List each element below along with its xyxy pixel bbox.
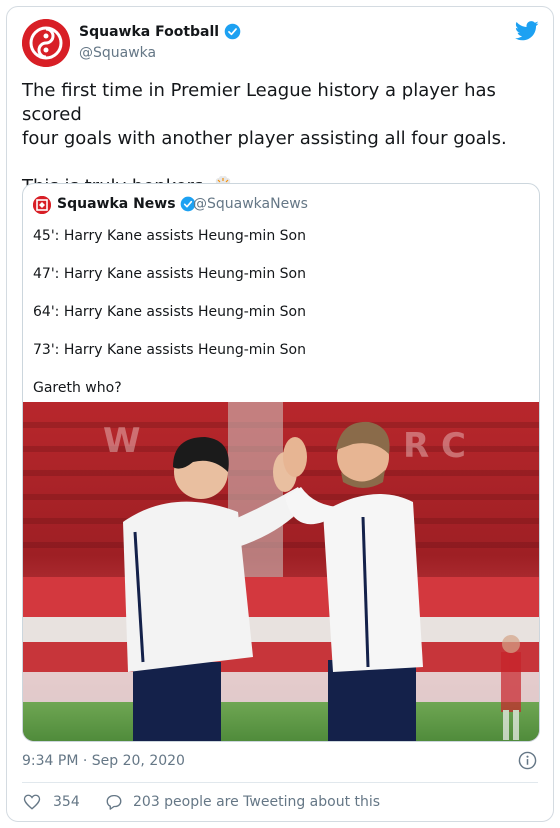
comment-icon[interactable] bbox=[105, 793, 123, 811]
quoted-author-name-text[interactable]: Squawka News bbox=[57, 196, 176, 212]
quoted-author-name[interactable]: Squawka News bbox=[57, 196, 196, 212]
quoted-line: Gareth who? bbox=[33, 380, 122, 396]
players-celebrating-photo[interactable]: W R C bbox=[23, 402, 540, 742]
tweet-timestamp[interactable]: 9:34 PM · Sep 20, 2020 bbox=[22, 753, 185, 769]
svg-text:R C: R C bbox=[403, 426, 466, 466]
divider bbox=[22, 782, 538, 783]
svg-text:W: W bbox=[103, 421, 141, 461]
like-button[interactable]: 354 bbox=[23, 793, 80, 811]
author-name-text[interactable]: Squawka Football bbox=[79, 24, 219, 40]
author-handle[interactable]: @Squawka bbox=[79, 45, 156, 61]
twitter-bird-icon[interactable] bbox=[515, 21, 539, 41]
tweet-line-2: four goals with another player assisting… bbox=[22, 128, 507, 149]
author-name[interactable]: Squawka Football bbox=[79, 23, 241, 40]
tweet-line-1: The first time in Premier League history… bbox=[22, 80, 496, 125]
like-count: 354 bbox=[53, 794, 80, 810]
tweet-text: The first time in Premier League history… bbox=[22, 79, 542, 199]
quoted-author-handle[interactable]: @SquawkaNews bbox=[193, 196, 308, 212]
info-icon[interactable] bbox=[518, 751, 537, 770]
quoted-line: 64': Harry Kane assists Heung-min Son bbox=[33, 304, 306, 320]
quoted-line: 47': Harry Kane assists Heung-min Son bbox=[33, 266, 306, 282]
tweet-card: Squawka Football @Squawka The first time… bbox=[6, 6, 554, 822]
quoted-tweet[interactable]: Squawka News @SquawkaNews 45': Harry Kan… bbox=[22, 183, 540, 742]
verified-icon bbox=[224, 23, 241, 40]
heart-icon[interactable] bbox=[23, 793, 41, 811]
conversation-text[interactable]: 203 people are Tweeting about this bbox=[133, 794, 380, 810]
squawka-avatar[interactable] bbox=[22, 19, 70, 67]
quoted-line: 45': Harry Kane assists Heung-min Son bbox=[33, 228, 306, 244]
tweet-photo[interactable]: W R C bbox=[23, 402, 540, 742]
squawka-news-avatar[interactable] bbox=[33, 196, 51, 214]
quoted-line: 73': Harry Kane assists Heung-min Son bbox=[33, 342, 306, 358]
conversation-link[interactable]: 203 people are Tweeting about this bbox=[105, 793, 380, 811]
